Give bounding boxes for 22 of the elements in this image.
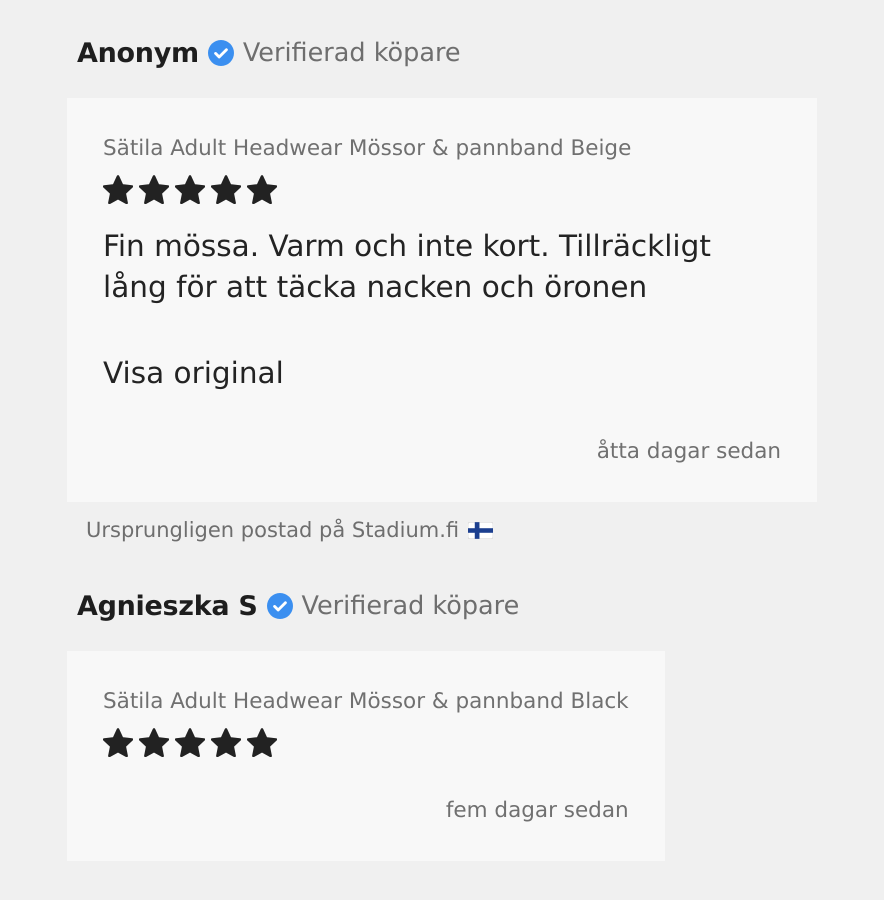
star-icon [247, 175, 277, 204]
star-icon [139, 175, 169, 204]
review-text: Fin mössa. Varm och inte kort. Tillräckligt lång för att täcka nacken och öronen [103, 228, 712, 306]
reviewer-name: Agnieszka S [77, 590, 258, 622]
product-name: Sätila Adult Headwear Mössor & pannband Beige [103, 135, 632, 163]
finnish-flag-icon [468, 522, 494, 538]
star-icon [175, 728, 205, 757]
review-date: fem dagar sedan [446, 797, 629, 825]
star-icon [103, 175, 133, 204]
verified-buyer-label: Verifierad köpare [302, 591, 520, 621]
reviewer-name: Anonym [77, 38, 199, 68]
verified-buyer-label: Verifierad köpare [242, 38, 461, 68]
star-icon [103, 728, 133, 757]
star-icon [175, 175, 205, 204]
product-name: Sätila Adult Headwear Mössor & pannband Black [103, 688, 629, 716]
star-icon [247, 728, 277, 757]
star-icon [139, 728, 169, 757]
show-original-link[interactable]: Visa original [103, 353, 284, 394]
origin-note: Ursprungligen postad på Stadium.fi [86, 517, 460, 543]
star-icon [211, 175, 241, 204]
star-icon [211, 728, 241, 757]
review-date: åtta dagar sedan [596, 438, 781, 466]
